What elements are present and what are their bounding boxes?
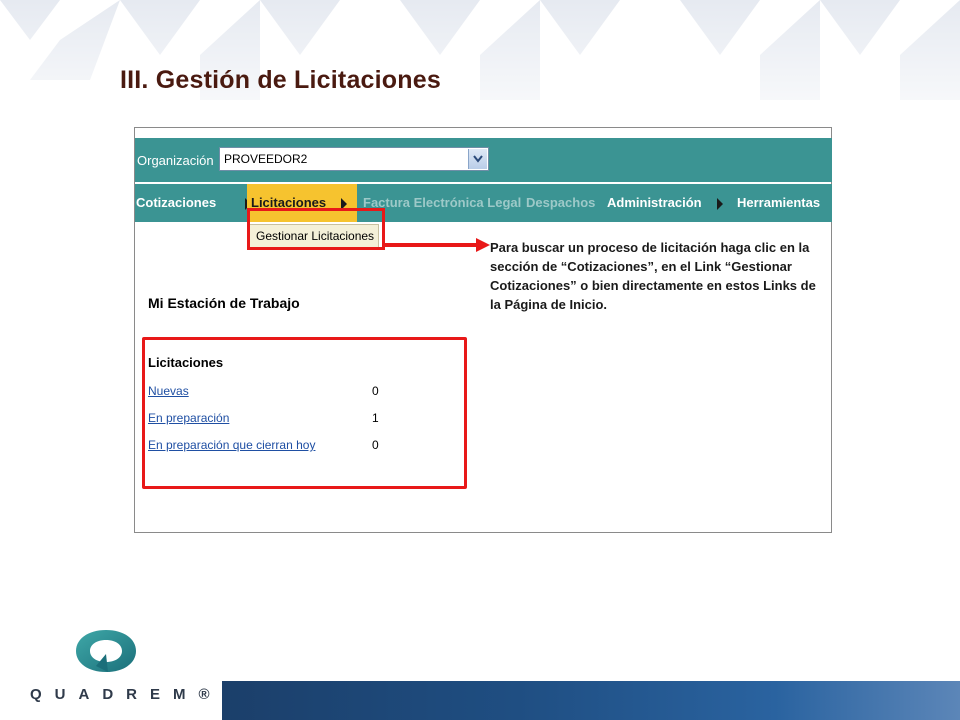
workstation-title: Mi Estación de Trabajo: [148, 295, 300, 311]
nav-item-herramientas[interactable]: Herramientas: [737, 184, 820, 222]
nav-item-factura-electronica-legal: Factura Electrónica Legal: [363, 195, 522, 210]
organization-select[interactable]: PROVEEDOR2: [219, 147, 489, 171]
nav-arrow-icon: [717, 198, 723, 210]
organization-select-value: PROVEEDOR2: [224, 152, 308, 166]
organization-label: Organización: [137, 153, 214, 168]
highlight-box-submenu: [247, 208, 385, 250]
nav-item-cotizaciones[interactable]: Cotizaciones: [136, 184, 216, 222]
footer-bar: [222, 681, 960, 720]
organization-bar: Organización PROVEEDOR2: [135, 138, 832, 182]
main-navigation: Cotizaciones Licitaciones Factura Electr…: [135, 184, 832, 222]
red-arrow-icon: [384, 238, 490, 252]
slide-title: III. Gestión de Licitaciones: [120, 66, 441, 94]
quadrem-brand-text: QUADREM®: [30, 686, 223, 703]
nav-item-administracion[interactable]: Administración: [607, 184, 702, 222]
instruction-callout: Para buscar un proceso de licitación hag…: [490, 240, 816, 312]
chevron-down-icon[interactable]: [468, 149, 487, 169]
quadrem-logo-icon: [76, 630, 136, 672]
highlight-box-licitaciones-list: [142, 337, 467, 489]
nav-item-despachos: Despachos: [526, 195, 596, 210]
